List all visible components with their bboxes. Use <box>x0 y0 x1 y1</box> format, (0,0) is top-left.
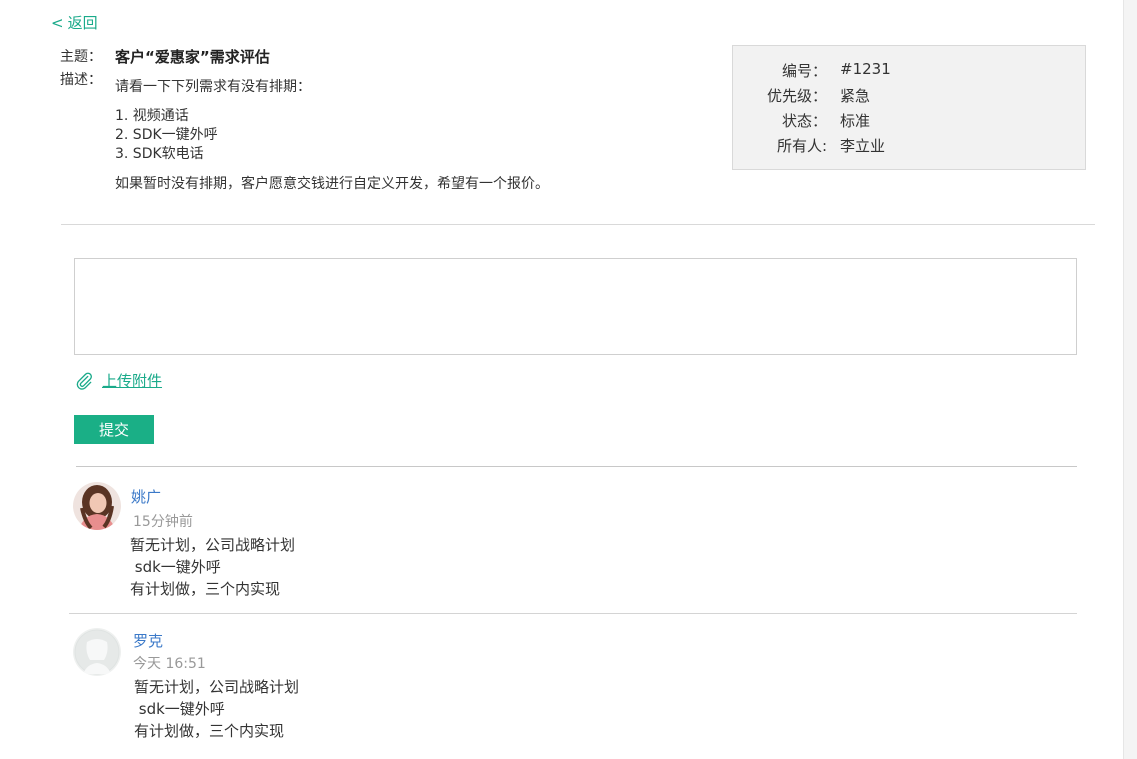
comment-body: 暂无计划，公司战略计划 sdk一键外呼有计划做，三个内实现 <box>134 676 299 742</box>
comment-line: 有计划做，三个内实现 <box>134 722 285 740</box>
requirement-item: 1. 视频通话 <box>115 108 189 124</box>
back-label: 返回 <box>67 14 98 32</box>
section-divider <box>61 224 1095 225</box>
ticket-subject: 客户“爱惠家”需求评估 <box>115 48 270 66</box>
comment-author[interactable]: 罗克 <box>133 630 163 651</box>
reply-input[interactable] <box>74 258 1077 355</box>
id-label: 编号： <box>781 62 827 80</box>
owner-label: 所有人: <box>776 137 827 155</box>
comment-line: 暂无计划，公司战略计划 <box>134 678 300 696</box>
info-row-id: 编号： #1231 <box>733 60 1087 85</box>
comment-time: 15分钟前 <box>133 514 193 530</box>
avatar <box>73 482 121 530</box>
comment-line: 有计划做，三个内实现 <box>130 580 281 598</box>
comment-author[interactable]: 姚广 <box>131 486 161 507</box>
priority-label: 优先级： <box>766 87 827 105</box>
avatar <box>73 628 121 676</box>
requirement-item: 2. SDK一键外呼 <box>115 127 218 143</box>
comment-time: 今天 16:51 <box>133 656 206 672</box>
comment-line: sdk一键外呼 <box>134 700 225 718</box>
description-label: 描述： <box>60 72 102 88</box>
description-intro: 请看一下下列需求有没有排期： <box>115 79 311 95</box>
subject-label: 主题： <box>60 49 102 65</box>
description-outro: 如果暂时没有排期，客户愿意交钱进行自定义开发，希望有一个报价。 <box>115 176 549 192</box>
ticket-priority: 紧急 <box>840 87 871 105</box>
status-label: 状态： <box>781 112 827 130</box>
page-scroll-gutter <box>1123 0 1137 759</box>
info-row-priority: 优先级： 紧急 <box>733 85 1087 110</box>
info-row-status: 状态： 标准 <box>733 110 1087 135</box>
comment-line: sdk一键外呼 <box>130 558 221 576</box>
ticket-description: 请看一下下列需求有没有排期： 1. 视频通话 2. SDK一键外呼 3. SDK… <box>115 77 715 194</box>
comment-line: 暂无计划，公司战略计划 <box>130 536 296 554</box>
ticket-status: 标准 <box>840 112 871 130</box>
info-row-owner: 所有人: 李立业 <box>733 135 1087 160</box>
submit-button[interactable]: 提交 <box>74 415 154 444</box>
upload-attachment-label: 上传附件 <box>102 372 163 390</box>
paperclip-icon <box>76 372 92 390</box>
chevron-left-icon: < <box>51 14 64 32</box>
default-avatar-icon <box>73 628 121 676</box>
requirement-list: 1. 视频通话 2. SDK一键外呼 3. SDK软电话 <box>115 107 715 164</box>
comments-divider <box>76 466 1077 467</box>
ticket-detail-page: < 返回 主题： 客户“爱惠家”需求评估 描述： 请看一下下列需求有没有排期： 1… <box>0 0 1123 759</box>
user-photo-icon <box>73 482 121 530</box>
back-link[interactable]: < 返回 <box>51 12 98 33</box>
requirement-item: 3. SDK软电话 <box>115 146 204 162</box>
ticket-id: #1231 <box>840 60 891 78</box>
upload-attachment-link[interactable]: 上传附件 <box>74 370 162 391</box>
comment-body: 暂无计划，公司战略计划 sdk一键外呼有计划做，三个内实现 <box>130 534 295 600</box>
comment-divider <box>69 613 1077 614</box>
ticket-owner: 李立业 <box>840 137 886 155</box>
ticket-info-panel: 编号： #1231 优先级： 紧急 状态： 标准 所有人: 李立业 <box>732 45 1086 170</box>
